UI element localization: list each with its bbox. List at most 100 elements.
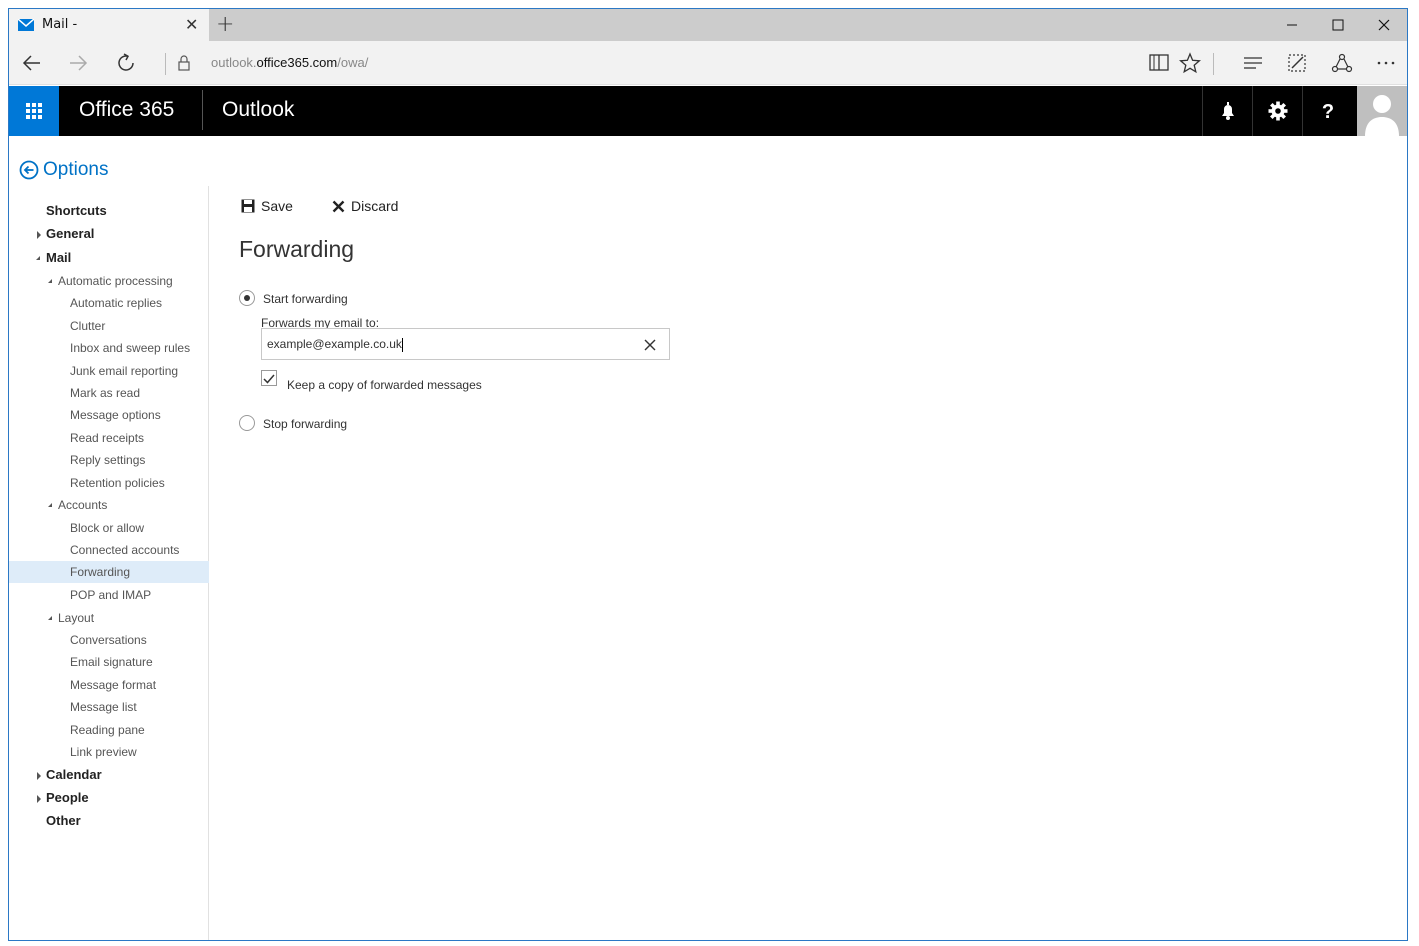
clear-input-icon[interactable] bbox=[643, 338, 657, 352]
nav-item-clutter[interactable]: Clutter bbox=[9, 315, 209, 337]
address-bar: outlook.office365.com/owa/ bbox=[9, 41, 1407, 85]
nav-item-label: Accounts bbox=[58, 498, 108, 512]
nav-item-connected-accounts[interactable]: Connected accounts bbox=[9, 539, 209, 561]
start-forwarding-label[interactable]: Start forwarding bbox=[263, 292, 348, 306]
help-button[interactable]: ? bbox=[1302, 86, 1352, 136]
nav-item-general[interactable]: General bbox=[9, 223, 209, 245]
app-name[interactable]: Outlook bbox=[222, 98, 294, 122]
nav-item-layout[interactable]: Layout bbox=[9, 607, 209, 629]
favorite-star-icon[interactable] bbox=[1179, 52, 1201, 74]
suite-brand[interactable]: Office 365 bbox=[79, 98, 174, 122]
collapse-triangle-icon[interactable] bbox=[48, 279, 52, 283]
nav-item-mark-as-read[interactable]: Mark as read bbox=[9, 382, 209, 404]
nav-item-label: Automatic replies bbox=[70, 296, 163, 310]
nav-item-conversations[interactable]: Conversations bbox=[9, 629, 209, 651]
nav-item-email-signature[interactable]: Email signature bbox=[9, 651, 209, 673]
nav-item-junk-email-reporting[interactable]: Junk email reporting bbox=[9, 360, 209, 382]
tab-title: Mail - bbox=[42, 17, 78, 32]
nav-item-accounts[interactable]: Accounts bbox=[9, 494, 209, 516]
web-note-icon[interactable] bbox=[1286, 52, 1308, 74]
nav-item-calendar[interactable]: Calendar bbox=[9, 764, 209, 786]
collapse-triangle-icon[interactable] bbox=[48, 616, 52, 620]
new-tab-button[interactable]: + bbox=[216, 12, 234, 38]
nav-item-label: Message options bbox=[70, 408, 161, 422]
forward-address-input[interactable]: example@example.co.uk bbox=[261, 328, 670, 360]
nav-item-message-format[interactable]: Message format bbox=[9, 674, 209, 696]
more-icon[interactable] bbox=[1375, 52, 1397, 74]
notifications-button[interactable] bbox=[1202, 86, 1252, 136]
divider bbox=[165, 53, 166, 75]
checkmark-icon bbox=[263, 374, 275, 384]
page-title: Forwarding bbox=[239, 236, 355, 262]
nav-item-reading-pane[interactable]: Reading pane bbox=[9, 719, 209, 741]
divider bbox=[202, 90, 203, 130]
nav-item-label: Conversations bbox=[70, 633, 147, 647]
nav-item-retention-policies[interactable]: Retention policies bbox=[9, 472, 209, 494]
nav-item-label: Message list bbox=[70, 700, 137, 714]
nav-item-message-list[interactable]: Message list bbox=[9, 696, 209, 718]
nav-item-label: Message format bbox=[70, 678, 157, 692]
nav-item-automatic-replies[interactable]: Automatic replies bbox=[9, 292, 209, 314]
nav-item-other[interactable]: Other bbox=[9, 810, 209, 832]
nav-item-label: Email signature bbox=[70, 655, 153, 669]
collapse-triangle-icon[interactable] bbox=[36, 256, 40, 260]
keep-copy-label[interactable]: Keep a copy of forwarded messages bbox=[287, 378, 482, 392]
nav-item-reply-settings[interactable]: Reply settings bbox=[9, 449, 209, 471]
nav-item-mail[interactable]: Mail bbox=[9, 247, 209, 269]
expand-triangle-icon[interactable] bbox=[37, 231, 41, 239]
forward-arrow-icon[interactable] bbox=[66, 51, 90, 75]
hub-icon[interactable] bbox=[1242, 52, 1264, 74]
nav-item-label: Other bbox=[46, 813, 81, 828]
collapse-triangle-icon[interactable] bbox=[48, 503, 52, 507]
lock-icon[interactable] bbox=[173, 52, 195, 74]
start-forwarding-radio[interactable] bbox=[239, 290, 255, 306]
minimize-button[interactable] bbox=[1269, 9, 1315, 41]
nav-item-label: Link preview bbox=[70, 745, 137, 759]
gear-icon bbox=[1268, 101, 1288, 121]
url-domain: office365.com bbox=[256, 55, 338, 70]
nav-item-read-receipts[interactable]: Read receipts bbox=[9, 427, 209, 449]
nav-item-link-preview[interactable]: Link preview bbox=[9, 741, 209, 763]
nav-item-pop-and-imap[interactable]: POP and IMAP bbox=[9, 584, 209, 606]
forward-address-text: example@example.co.uk bbox=[267, 337, 402, 351]
save-label: Save bbox=[261, 198, 293, 214]
settings-button[interactable] bbox=[1252, 86, 1302, 136]
close-window-button[interactable] bbox=[1361, 9, 1407, 41]
nav-item-automatic-processing[interactable]: Automatic processing bbox=[9, 270, 209, 292]
app-launcher-button[interactable] bbox=[9, 86, 59, 136]
close-icon bbox=[1378, 19, 1390, 31]
reading-view-icon[interactable] bbox=[1148, 52, 1170, 74]
url-path: /owa/ bbox=[337, 55, 369, 70]
waffle-icon bbox=[26, 103, 42, 119]
url-field[interactable]: outlook.office365.com/owa/ bbox=[211, 55, 368, 70]
nav-item-shortcuts[interactable]: Shortcuts bbox=[9, 200, 209, 222]
nav-item-message-options[interactable]: Message options bbox=[9, 404, 209, 426]
nav-item-people[interactable]: People bbox=[9, 787, 209, 809]
nav-item-inbox-and-sweep-rules[interactable]: Inbox and sweep rules bbox=[9, 337, 209, 359]
maximize-button[interactable] bbox=[1315, 9, 1361, 41]
expand-triangle-icon[interactable] bbox=[37, 772, 41, 780]
back-arrow-icon[interactable] bbox=[20, 51, 44, 75]
nav-item-block-or-allow[interactable]: Block or allow bbox=[9, 517, 209, 539]
nav-item-forwarding[interactable]: Forwarding bbox=[9, 561, 209, 583]
suite-header: Office 365 Outlook ? bbox=[9, 86, 1407, 136]
help-icon: ? bbox=[1322, 101, 1334, 123]
stop-forwarding-label[interactable]: Stop forwarding bbox=[263, 417, 347, 431]
save-button[interactable]: Save bbox=[241, 198, 293, 214]
share-icon[interactable] bbox=[1331, 52, 1353, 74]
keep-copy-checkbox[interactable] bbox=[261, 370, 277, 386]
expand-triangle-icon[interactable] bbox=[37, 795, 41, 803]
nav-item-label: Reading pane bbox=[70, 723, 145, 737]
browser-tab[interactable]: Mail - ✕ bbox=[9, 9, 209, 41]
stop-forwarding-radio[interactable] bbox=[239, 415, 255, 431]
nav-item-label: Mail bbox=[46, 250, 72, 265]
options-nav: Shortcuts General Mail Automatic processing… bbox=[9, 186, 209, 940]
forward-address-value: example@example.co.uk bbox=[267, 337, 403, 352]
avatar[interactable] bbox=[1357, 86, 1407, 136]
refresh-icon[interactable] bbox=[114, 51, 138, 75]
save-icon bbox=[241, 199, 255, 213]
discard-button[interactable]: Discard bbox=[332, 198, 398, 214]
options-back-link[interactable]: Options bbox=[19, 159, 108, 181]
tab-close-icon[interactable]: ✕ bbox=[185, 15, 198, 35]
nav-item-label: Automatic processing bbox=[58, 274, 173, 288]
